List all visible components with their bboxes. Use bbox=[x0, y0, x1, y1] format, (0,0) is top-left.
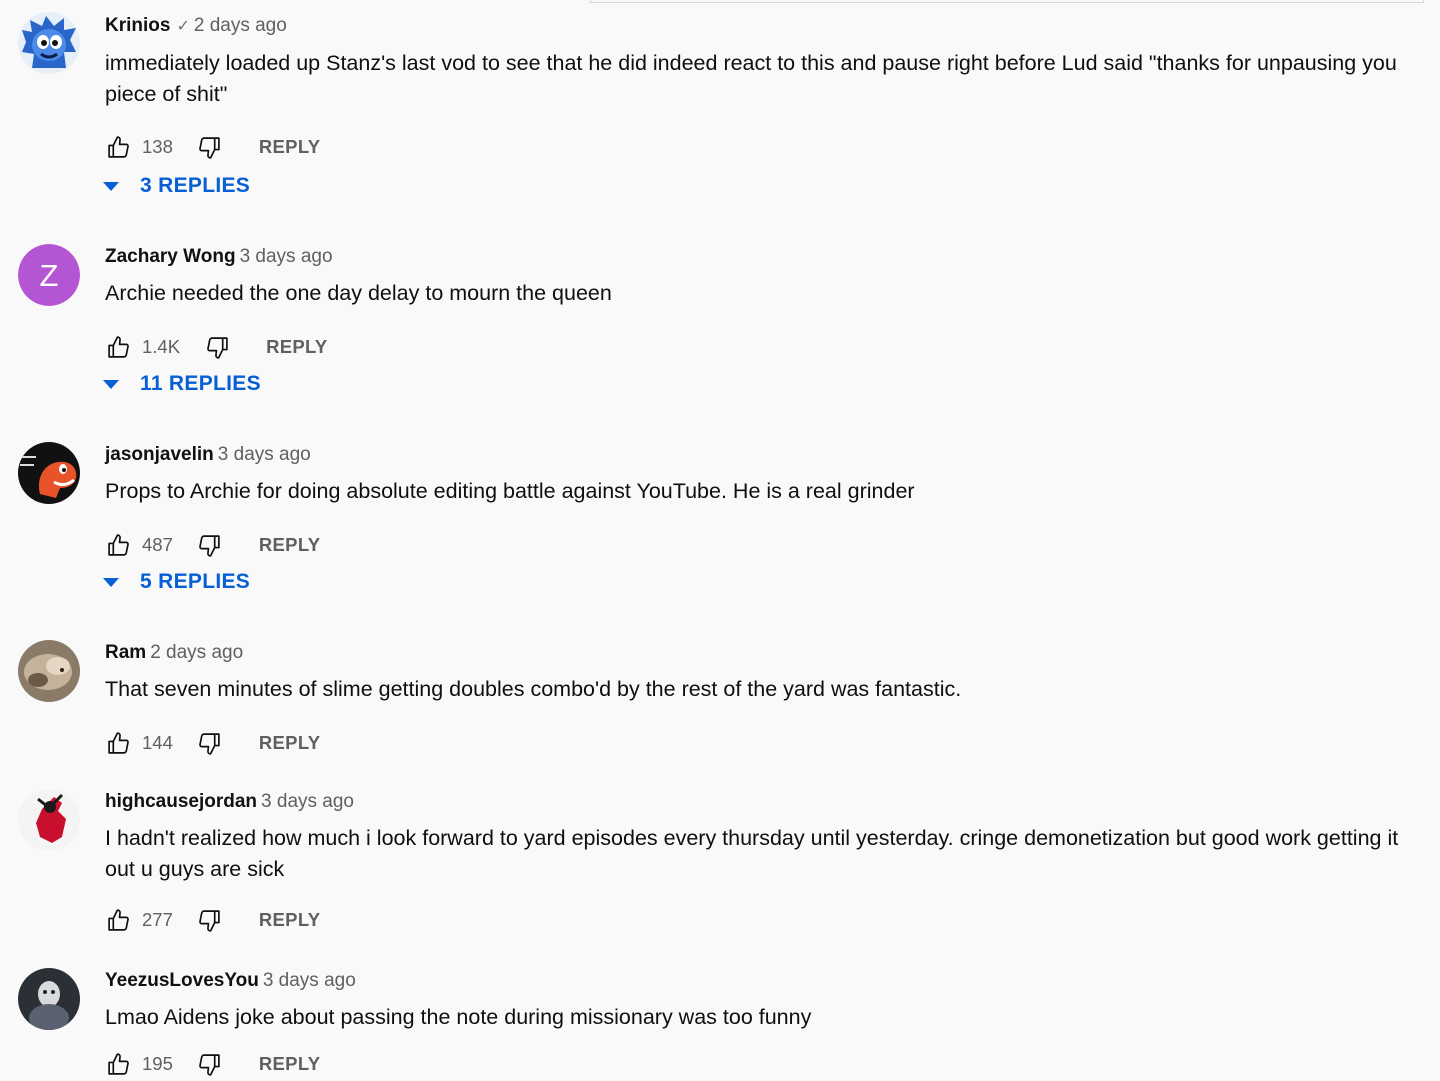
photo-avatar-icon bbox=[18, 640, 80, 702]
like-count: 1.4K bbox=[142, 336, 181, 357]
comment-body: Krinios ✓ 2 days ago immediately loaded up… bbox=[105, 14, 1420, 164]
comment-actions: 277 REPLY bbox=[105, 903, 1420, 937]
comment-time[interactable]: 2 days ago bbox=[150, 642, 243, 663]
comment-author[interactable]: Zachary Wong bbox=[105, 246, 236, 267]
dislike-button[interactable] bbox=[197, 134, 223, 160]
red-figure-avatar-icon bbox=[18, 789, 80, 851]
comment-header: Ram 2 days ago bbox=[105, 641, 1420, 665]
thumbs-down-icon bbox=[199, 1053, 221, 1076]
thumbs-down-icon bbox=[199, 909, 221, 932]
comment-time[interactable]: 3 days ago bbox=[240, 246, 333, 267]
comment-actions: 1.4K REPLY bbox=[105, 330, 1420, 364]
replies-count-label: 11 REPLIES bbox=[140, 372, 261, 395]
comment-actions: 144 REPLY bbox=[105, 726, 1420, 760]
comment-text: I hadn't realized how much i look forwar… bbox=[105, 826, 1399, 881]
dislike-button[interactable] bbox=[197, 532, 223, 558]
comment-time[interactable]: 3 days ago bbox=[218, 444, 311, 465]
like-button[interactable] bbox=[105, 134, 131, 160]
comment-header: Krinios ✓ 2 days ago bbox=[105, 14, 1420, 39]
comment-actions: 138 REPLY bbox=[105, 130, 1420, 164]
dislike-button[interactable] bbox=[197, 1051, 223, 1077]
view-replies-button[interactable]: 3 REPLIES bbox=[100, 174, 250, 198]
comment-header: YeezusLovesYou 3 days ago bbox=[105, 969, 1420, 993]
comment-text: Archie needed the one day delay to mourn… bbox=[105, 281, 612, 305]
like-count: 487 bbox=[142, 534, 173, 555]
avatar[interactable] bbox=[18, 640, 80, 702]
comment-time[interactable]: 3 days ago bbox=[261, 791, 354, 812]
comment-body: Ram 2 days ago That seven minutes of slim… bbox=[105, 641, 1420, 760]
like-button[interactable] bbox=[105, 334, 131, 360]
comment-time[interactable]: 3 days ago bbox=[263, 970, 356, 991]
replies-count-label: 5 REPLIES bbox=[140, 570, 251, 593]
comment-body: jasonjavelin 3 days ago Props to Archie f… bbox=[105, 443, 1420, 562]
thumbs-down-icon bbox=[206, 336, 228, 359]
like-button[interactable] bbox=[105, 532, 131, 558]
like-count: 195 bbox=[142, 1053, 173, 1074]
caret-down-icon bbox=[103, 181, 119, 191]
like-button[interactable] bbox=[105, 730, 131, 756]
thumbs-down-icon bbox=[199, 136, 221, 159]
reply-button[interactable]: REPLY bbox=[259, 1053, 320, 1075]
comment-body: highcausejordan 3 days ago I hadn't reali… bbox=[105, 790, 1420, 937]
thumbs-up-icon bbox=[107, 335, 129, 358]
comment-text: Lmao Aidens joke about passing the note … bbox=[105, 1005, 812, 1029]
like-count: 277 bbox=[142, 909, 173, 930]
reply-button[interactable]: REPLY bbox=[259, 732, 320, 754]
comment-body: Zachary Wong 3 days ago Archie needed the… bbox=[105, 245, 1420, 364]
reply-button[interactable]: REPLY bbox=[259, 136, 320, 158]
orange-dino-avatar-icon bbox=[18, 442, 80, 504]
like-button[interactable] bbox=[105, 1051, 131, 1077]
avatar[interactable]: Z bbox=[18, 244, 80, 306]
comment-header: jasonjavelin 3 days ago bbox=[105, 443, 1420, 467]
thumbs-down-icon bbox=[199, 534, 221, 557]
comment-header: Zachary Wong 3 days ago bbox=[105, 245, 1420, 269]
blue-character-avatar-icon bbox=[18, 12, 80, 74]
thumbs-up-icon bbox=[107, 135, 129, 158]
comment-header: highcausejordan 3 days ago bbox=[105, 790, 1420, 814]
comment-text: Props to Archie for doing absolute editi… bbox=[105, 479, 915, 503]
comment-author[interactable]: jasonjavelin bbox=[105, 444, 214, 465]
like-count: 138 bbox=[142, 136, 173, 157]
like-count: 144 bbox=[142, 732, 173, 753]
comment-author[interactable]: YeezusLovesYou bbox=[105, 970, 259, 991]
like-button[interactable] bbox=[105, 907, 131, 933]
avatar[interactable] bbox=[18, 12, 80, 74]
reply-button[interactable]: REPLY bbox=[259, 909, 320, 931]
comment-actions: 195 REPLY bbox=[105, 1047, 1420, 1081]
search-box-edge bbox=[590, 0, 1424, 3]
dislike-button[interactable] bbox=[197, 907, 223, 933]
reply-button[interactable]: REPLY bbox=[259, 534, 320, 556]
view-replies-button[interactable]: 5 REPLIES bbox=[100, 570, 250, 594]
thumbs-up-icon bbox=[107, 533, 129, 556]
thumbs-up-icon bbox=[107, 1052, 129, 1075]
dark-photo-avatar-icon bbox=[18, 968, 80, 1030]
verified-check-icon: ✓ bbox=[176, 18, 190, 35]
comment-author[interactable]: Krinios bbox=[105, 15, 170, 36]
comment-author[interactable]: Ram bbox=[105, 642, 146, 663]
replies-count-label: 3 REPLIES bbox=[140, 174, 251, 197]
dislike-button[interactable] bbox=[204, 334, 230, 360]
thumbs-up-icon bbox=[107, 908, 129, 931]
avatar-letter: Z bbox=[40, 258, 59, 293]
caret-down-icon bbox=[103, 577, 119, 587]
comment-body: YeezusLovesYou 3 days ago Lmao Aidens jok… bbox=[105, 969, 1420, 1081]
avatar[interactable] bbox=[18, 442, 80, 504]
comment-time[interactable]: 2 days ago bbox=[194, 15, 287, 36]
view-replies-button[interactable]: 11 REPLIES bbox=[100, 372, 261, 396]
thumbs-up-icon bbox=[107, 731, 129, 754]
caret-down-icon bbox=[103, 379, 119, 389]
comment-actions: 487 REPLY bbox=[105, 528, 1420, 562]
avatar[interactable] bbox=[18, 789, 80, 851]
thumbs-down-icon bbox=[199, 732, 221, 755]
comment-text: immediately loaded up Stanz's last vod t… bbox=[105, 51, 1397, 106]
dislike-button[interactable] bbox=[197, 730, 223, 756]
avatar[interactable] bbox=[18, 968, 80, 1030]
comment-author[interactable]: highcausejordan bbox=[105, 791, 257, 812]
reply-button[interactable]: REPLY bbox=[266, 336, 327, 358]
comment-text: That seven minutes of slime getting doub… bbox=[105, 677, 962, 701]
letter-z-avatar-icon: Z bbox=[18, 244, 80, 306]
